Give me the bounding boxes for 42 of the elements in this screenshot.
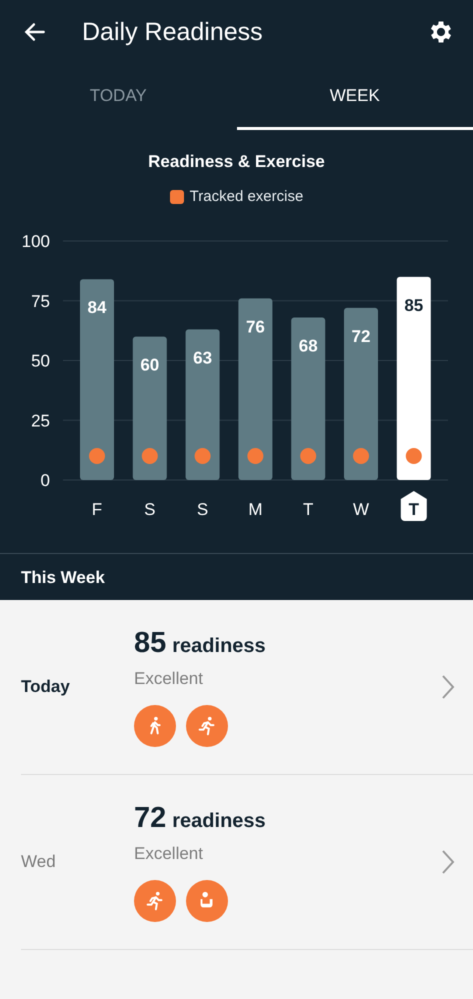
day-label: S	[144, 500, 156, 519]
bar-value-label: 76	[246, 317, 265, 336]
chart-title: Readiness & Exercise	[147, 152, 326, 172]
readiness-score: 85	[134, 627, 166, 660]
readiness-rating: Excellent	[134, 669, 204, 689]
day-tag-background	[400, 491, 427, 521]
tab[interactable]: TODAY	[0, 64, 236, 130]
axis-tick-label: 50	[31, 352, 50, 370]
readiness-unit: readiness	[172, 810, 266, 833]
axis-tick-label: 0	[40, 471, 50, 490]
bar-value-label: 72	[352, 326, 370, 346]
day-name: Today	[21, 677, 71, 697]
bar-value-label: 60	[140, 356, 160, 375]
screen-title: Daily Readiness	[82, 18, 264, 46]
readiness-bar[interactable]	[132, 336, 167, 480]
day-name: Wed	[21, 852, 57, 872]
day-label: S	[196, 500, 208, 519]
readiness-rating: Excellent	[134, 844, 204, 864]
readiness-bar[interactable]	[291, 317, 326, 480]
readiness-score: 72	[134, 802, 166, 835]
bar-value-label: 68	[298, 336, 318, 356]
day-label: F	[92, 500, 102, 519]
chevron-icon	[441, 674, 455, 700]
day-label: T	[408, 500, 419, 519]
day-label: T	[303, 500, 314, 519]
chevron-icon	[441, 849, 455, 875]
bar-value-label: 63	[193, 348, 212, 368]
tab[interactable]: WEEK	[236, 64, 473, 130]
bar-value-label: 84	[88, 298, 106, 318]
day-label: W	[352, 500, 370, 519]
readiness-bar[interactable]	[186, 329, 220, 480]
day-row[interactable]: Today 85 readiness Excellent	[21, 600, 473, 775]
legend-label: Tracked exercise	[190, 188, 304, 205]
readiness-bar[interactable]	[396, 276, 431, 480]
day-label: M	[248, 500, 262, 519]
bar-value-label: 85	[404, 296, 424, 315]
readiness-unit: readiness	[172, 635, 266, 658]
section-title: This Week	[20, 567, 106, 589]
axis-tick-label: 100	[22, 232, 50, 251]
axis-tick-label: 25	[31, 411, 50, 430]
day-row[interactable]: Wed 72 readiness Excellent	[21, 775, 473, 950]
axis-tick-label: 75	[31, 292, 50, 311]
